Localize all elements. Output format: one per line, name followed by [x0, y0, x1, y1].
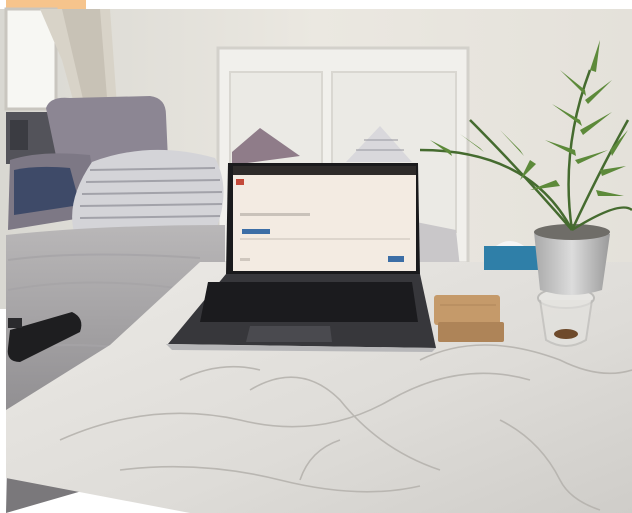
- glass-cup: [537, 287, 595, 347]
- wooden-coaster: [434, 295, 504, 342]
- bedroom-desk-photo: [0, 7, 632, 513]
